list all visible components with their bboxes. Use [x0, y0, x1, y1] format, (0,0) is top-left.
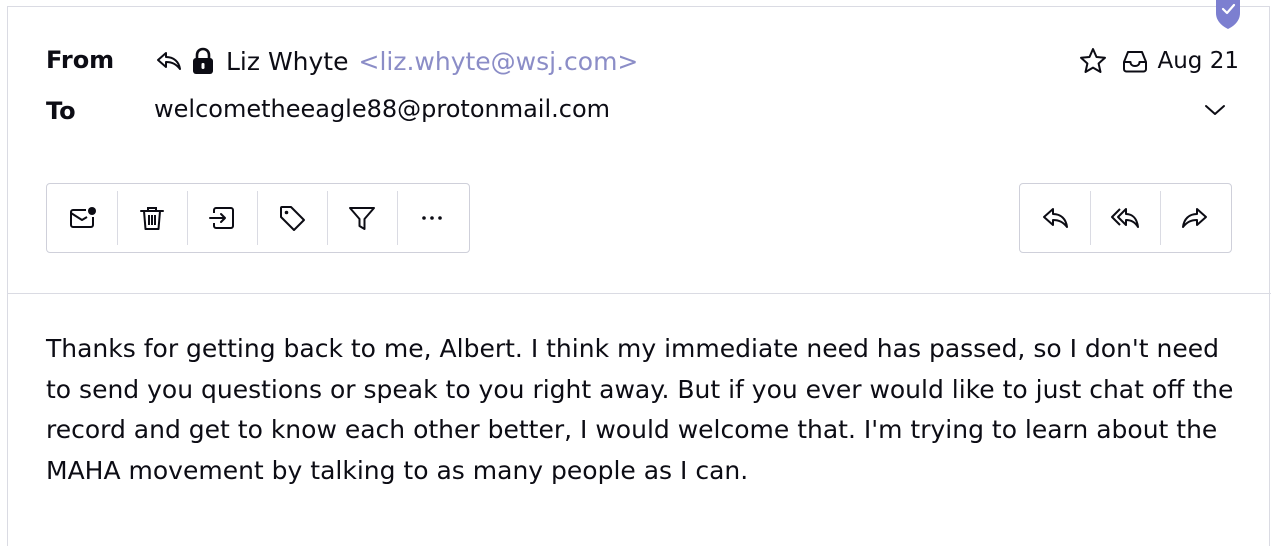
- forward-icon: [1182, 208, 1207, 228]
- reply-button[interactable]: [1020, 191, 1090, 245]
- reply-all-icon: [1111, 208, 1139, 228]
- move-button[interactable]: [187, 191, 257, 245]
- message-header: From To Liz Whyte <liz.whyte@wsj.com> we…: [8, 0, 1271, 294]
- trash-icon: [140, 207, 164, 230]
- delete-button[interactable]: [117, 191, 187, 245]
- reply-icon: [1043, 208, 1068, 228]
- move-to-folder-icon: [209, 207, 234, 229]
- mark-unread-button[interactable]: [47, 191, 117, 245]
- filter-icon: [349, 207, 375, 230]
- recipient-address[interactable]: welcometheeagle88@protonmail.com: [154, 95, 610, 123]
- message-view: From To Liz Whyte <liz.whyte@wsj.com> we…: [7, 0, 1271, 546]
- chevron-down-icon[interactable]: [1202, 99, 1228, 121]
- more-button[interactable]: [397, 191, 467, 245]
- shield-check-icon: [1216, 0, 1240, 29]
- envelope-dot-icon: [70, 207, 96, 228]
- star-icon[interactable]: [1078, 46, 1108, 76]
- filter-button[interactable]: [327, 191, 397, 245]
- to-label: To: [46, 97, 76, 125]
- forward-button[interactable]: [1160, 191, 1230, 245]
- message-body: Thanks for getting back to me, Albert. I…: [46, 334, 1234, 485]
- tag-icon: [280, 206, 305, 231]
- sender[interactable]: Liz Whyte <liz.whyte@wsj.com>: [154, 41, 638, 81]
- label-button[interactable]: [257, 191, 327, 245]
- message-date: Aug 21: [1157, 48, 1240, 74]
- lock-icon: [193, 47, 213, 74]
- sender-address: <liz.whyte@wsj.com>: [358, 46, 639, 76]
- sender-name: Liz Whyte: [226, 46, 349, 76]
- inbox-icon: [1122, 51, 1147, 73]
- from-label: From: [46, 46, 115, 74]
- message-meta: Aug 21: [1078, 41, 1240, 81]
- message-actions-toolbar: [46, 183, 470, 253]
- reply-icon: [157, 52, 181, 70]
- reply-toolbar: [1019, 183, 1232, 253]
- reply-all-button[interactable]: [1090, 191, 1160, 245]
- ellipsis-icon: [422, 216, 442, 220]
